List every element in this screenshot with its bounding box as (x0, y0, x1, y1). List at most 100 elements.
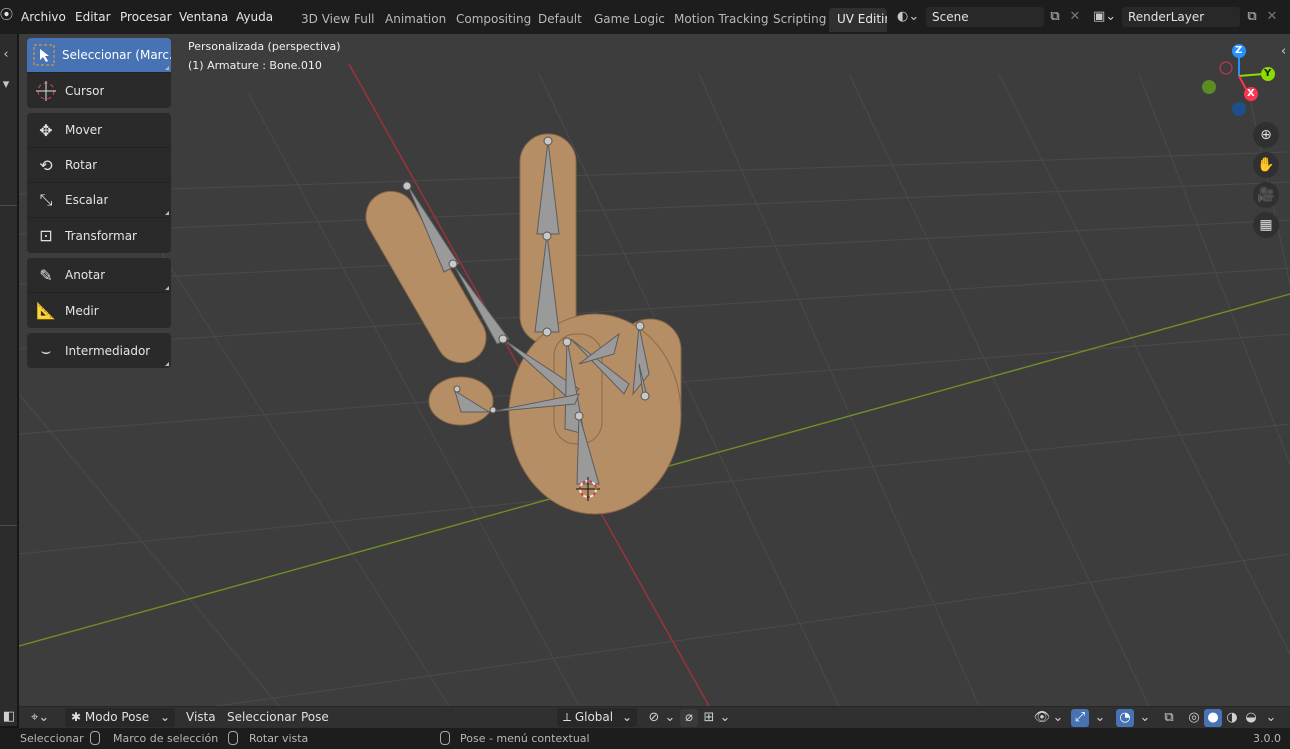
zoom-icon[interactable]: ⊕ (1253, 122, 1279, 148)
gizmo-x-label[interactable]: X (1247, 88, 1255, 99)
orientation-dropdown[interactable]: ⟂ Global ⌄ (557, 708, 637, 727)
wireframe-shading-icon[interactable]: ◎ (1185, 709, 1203, 727)
pan-hand-icon[interactable]: ✋ (1253, 152, 1279, 178)
tab-animation[interactable]: Animation (377, 8, 454, 32)
gizmo-toggle-icon[interactable]: ⤢ (1071, 709, 1089, 727)
menu-procesar[interactable]: Procesar (120, 10, 172, 24)
tab-default[interactable]: Default (530, 8, 590, 32)
tool-label: Anotar (65, 268, 106, 282)
rendered-shading-icon[interactable]: ◒ (1242, 709, 1260, 727)
tool-label: Rotar (65, 158, 98, 172)
new-layer-icon[interactable]: ⧉ (1243, 8, 1261, 26)
solid-shading-icon[interactable]: ● (1204, 709, 1222, 727)
sidebar-toggle-icon[interactable]: ‹ (1281, 44, 1286, 59)
object-info-label: (1) Armature : Bone.010 (188, 59, 322, 72)
tab-compositing[interactable]: Compositing (448, 8, 539, 32)
transform-icon: ⊡ (39, 226, 53, 245)
tool-transform[interactable]: ⊡ Transformar (27, 218, 171, 253)
tool-group-transform: ✥ Mover ⟲ Rotar ⤡ Escalar ⊡ Transformar (27, 113, 171, 253)
status-left-action: Seleccionar (20, 732, 84, 745)
tool-move[interactable]: ✥ Mover (27, 113, 171, 148)
chevron-down-icon[interactable]: ⌄ (1136, 709, 1154, 727)
chevron-down-icon[interactable]: ⌄ (1091, 709, 1109, 727)
move-icon: ✥ (39, 120, 53, 140)
tool-annotate[interactable]: ✎ Anotar (27, 258, 171, 293)
menu-ventana[interactable]: Ventana (179, 10, 228, 24)
mode-label: Modo Pose (84, 710, 150, 724)
render-layer-field[interactable]: RenderLayer (1122, 7, 1240, 27)
tab-scripting[interactable]: Scripting (765, 8, 834, 32)
xray-icon[interactable]: ⧉ (1160, 709, 1178, 727)
select-box-icon (27, 38, 62, 73)
tool-rotate[interactable]: ⟲ Rotar (27, 148, 171, 183)
menu-ayuda[interactable]: Ayuda (236, 10, 273, 24)
status-right-action: Rotar vista (249, 732, 309, 745)
material-shading-icon[interactable]: ◑ (1223, 709, 1241, 727)
menu-seleccionar[interactable]: Seleccionar (227, 710, 296, 724)
menu-editar[interactable]: Editar (75, 10, 111, 24)
layer-selector-icon[interactable]: ▣⌄ (1093, 8, 1116, 26)
tool-group-breakdown: ⌣ Intermediador (27, 333, 171, 368)
menu-pose[interactable]: Pose (301, 710, 329, 724)
strip-divider (0, 205, 17, 206)
tool-label: Seleccionar (Marc... (61, 48, 171, 62)
tool-scale[interactable]: ⤡ Escalar (27, 183, 171, 218)
chevron-down-icon[interactable]: ⌄ (1262, 709, 1280, 727)
gizmo-z-label[interactable]: Z (1235, 45, 1242, 56)
status-context-menu: Pose - menú contextual (460, 732, 590, 745)
mouse-right-icon (440, 731, 450, 745)
viewport-header: ⌖⌄ ✱ Modo Pose ⌄ Vista Seleccionar Pose ⟂… (19, 706, 1290, 728)
orientation-label: Global (574, 710, 614, 724)
delete-scene-icon[interactable]: ✕ (1066, 8, 1084, 26)
snap-icon[interactable]: ⌀ (680, 709, 698, 727)
tool-label: Escalar (65, 193, 109, 207)
tool-cursor[interactable]: Cursor (27, 73, 171, 108)
strip-divider (0, 525, 17, 526)
delete-layer-icon[interactable]: ✕ (1263, 8, 1281, 26)
mode-dropdown[interactable]: ✱ Modo Pose ⌄ (65, 708, 175, 727)
tool-group-select: Seleccionar (Marc... Cursor (27, 38, 171, 108)
chevron-down-icon: ⌄ (621, 710, 632, 724)
chevron-down-icon: ⌄ (159, 710, 170, 724)
dropdown-arrow-icon[interactable]: ▾ (0, 76, 12, 94)
overlays-icon[interactable]: ◔ (1116, 709, 1134, 727)
ortho-grid-icon[interactable]: ▦ (1253, 212, 1279, 238)
scene-field[interactable]: Scene (926, 7, 1044, 27)
menu-vista[interactable]: Vista (186, 710, 216, 724)
rotate-icon: ⟲ (39, 155, 53, 175)
camera-view-icon[interactable]: 🎥 (1253, 182, 1279, 208)
tool-label: Medir (65, 303, 99, 318)
tool-breakdowner[interactable]: ⌣ Intermediador (27, 333, 171, 368)
tab-uv-editing[interactable]: UV Editing (829, 8, 887, 32)
collapse-arrow-icon[interactable]: ‹ (0, 46, 12, 64)
scene-selector-icon[interactable]: ◐⌄ (897, 8, 919, 26)
editor-type-icon[interactable]: ⌖⌄ (31, 709, 49, 727)
tool-label: Intermediador (65, 343, 151, 358)
new-scene-icon[interactable]: ⧉ (1046, 8, 1064, 26)
editor-type-icon-left[interactable]: ◧ (0, 708, 18, 726)
chevron-down-icon[interactable]: ⌄ (1049, 709, 1067, 727)
tab-3d-view-full[interactable]: 3D View Full (293, 8, 383, 32)
gizmo-y-label[interactable]: Y (1264, 68, 1271, 79)
left-editor-strip: ‹ ▾ (0, 34, 18, 726)
tool-measure[interactable]: 📐 Medir (27, 293, 171, 328)
blender-logo-icon[interactable]: ⦿ (0, 9, 13, 23)
status-bar: Seleccionar Marco de selección Rotar vis… (0, 728, 1290, 749)
tool-shelf: Seleccionar (Marc... Cursor ✥ Mover ⟲ Ro… (27, 38, 171, 373)
tab-game-logic[interactable]: Game Logic (586, 8, 673, 32)
tab-motion-tracking[interactable]: Motion Tracking (666, 8, 776, 32)
scale-icon: ⤡ (39, 190, 53, 209)
tool-group-annotate: ✎ Anotar 📐 Medir (27, 258, 171, 328)
mouse-left-icon (4, 731, 14, 745)
mouse-drag-icon (90, 731, 100, 745)
pose-mode-icon: ✱ (71, 710, 85, 724)
chevron-down-icon[interactable]: ⌄ (661, 709, 679, 727)
menu-archivo[interactable]: Archivo (21, 10, 66, 24)
tool-label: Mover (65, 123, 103, 137)
version-label: 3.0.0 (1253, 732, 1281, 745)
3d-viewport[interactable]: Personalizada (perspectiva) (1) Armature… (19, 34, 1290, 706)
top-bar: ⦿ Archivo Editar Procesar Ventana Ayuda … (0, 0, 1290, 34)
chevron-down-icon[interactable]: ⌄ (716, 709, 734, 727)
tool-select-box[interactable]: Seleccionar (Marc... (27, 38, 171, 73)
viewport-scene (19, 44, 1290, 706)
